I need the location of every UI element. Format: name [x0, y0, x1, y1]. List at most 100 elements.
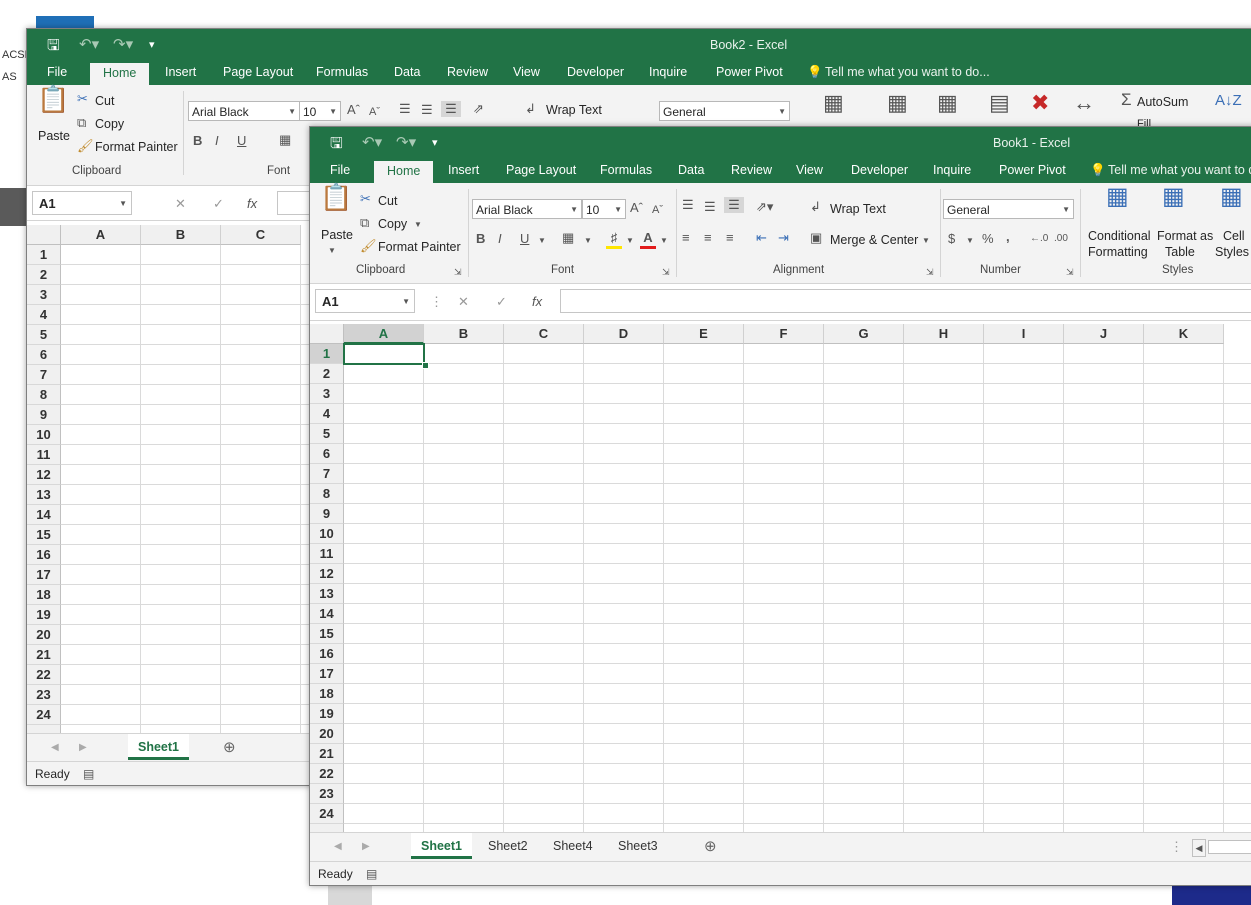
- orientation-icon[interactable]: ⇗: [473, 101, 484, 117]
- chevron-down-icon[interactable]: ▼: [660, 233, 668, 249]
- font-size-dropdown[interactable]: 10 ▼: [299, 101, 341, 121]
- row-header[interactable]: 9: [310, 504, 344, 524]
- column-header[interactable]: C: [221, 225, 301, 245]
- row-header[interactable]: 16: [27, 545, 61, 565]
- column-header[interactable]: A: [344, 324, 424, 344]
- conditional-formatting-icon[interactable]: ▦: [823, 92, 844, 114]
- table-label[interactable]: Table: [1165, 245, 1195, 259]
- tab-insert[interactable]: Insert: [165, 65, 196, 79]
- wrap-text-button[interactable]: Wrap Text: [830, 202, 886, 216]
- chevron-down-icon[interactable]: ▼: [922, 233, 930, 249]
- row-header[interactable]: 6: [310, 444, 344, 464]
- hscroll-left-icon[interactable]: ◀: [1192, 839, 1206, 857]
- fill-color-icon[interactable]: ♯: [606, 230, 622, 249]
- borders-icon[interactable]: ▦: [562, 230, 574, 246]
- sheet-tab[interactable]: Sheet4: [543, 833, 603, 859]
- function-icon[interactable]: fx: [247, 196, 257, 212]
- tab-developer[interactable]: Developer: [851, 163, 908, 177]
- font-name-dropdown[interactable]: Arial Black ▼: [188, 101, 300, 121]
- enter-icon[interactable]: ✓: [496, 294, 507, 310]
- formula-input[interactable]: [560, 289, 1251, 313]
- underline-icon[interactable]: U: [237, 133, 246, 149]
- row-header[interactable]: 10: [310, 524, 344, 544]
- tab-file[interactable]: File: [330, 163, 350, 177]
- format-as-table-label[interactable]: Format as: [1157, 229, 1213, 243]
- row-header[interactable]: 19: [310, 704, 344, 724]
- row-header[interactable]: 5: [27, 325, 61, 345]
- name-box[interactable]: A1 ▼: [315, 289, 415, 313]
- row-header[interactable]: 6: [27, 345, 61, 365]
- cell-styles-icon[interactable]: ▦: [937, 92, 958, 114]
- row-header[interactable]: 22: [310, 764, 344, 784]
- save-icon[interactable]: 🖫: [330, 133, 343, 158]
- increase-indent-icon[interactable]: ⇥: [778, 230, 789, 246]
- sort-filter-icon[interactable]: A↓Z: [1215, 93, 1242, 109]
- column-header[interactable]: C: [504, 324, 584, 344]
- row-header[interactable]: 14: [27, 505, 61, 525]
- tab-view[interactable]: View: [796, 163, 823, 177]
- format-as-table-icon[interactable]: ▦: [887, 92, 908, 114]
- row-header[interactable]: 15: [310, 624, 344, 644]
- macro-record-icon[interactable]: ▤: [366, 866, 377, 882]
- delete-cells-icon[interactable]: ✖: [1031, 92, 1049, 114]
- column-header[interactable]: J: [1064, 324, 1144, 344]
- row-header[interactable]: 24: [27, 705, 61, 725]
- column-header[interactable]: K: [1144, 324, 1224, 344]
- column-header[interactable]: I: [984, 324, 1064, 344]
- dialog-launcher-icon[interactable]: ⇲: [1066, 264, 1074, 280]
- bold-icon[interactable]: B: [476, 231, 485, 247]
- row-header[interactable]: 23: [310, 784, 344, 804]
- underline-icon[interactable]: U: [520, 231, 529, 247]
- enter-icon[interactable]: ✓: [213, 196, 224, 212]
- merge-center-button[interactable]: Merge & Center: [830, 233, 918, 247]
- row-header[interactable]: 8: [27, 385, 61, 405]
- row-header[interactable]: 7: [310, 464, 344, 484]
- tab-review[interactable]: Review: [731, 163, 772, 177]
- row-header[interactable]: 2: [310, 364, 344, 384]
- scroll-right-icon[interactable]: ▶: [362, 839, 370, 855]
- cancel-icon[interactable]: ✕: [458, 294, 469, 310]
- dialog-launcher-icon[interactable]: ⇲: [926, 264, 934, 280]
- tab-home[interactable]: Home: [90, 63, 150, 85]
- row-header[interactable]: 5: [310, 424, 344, 444]
- row-header[interactable]: 22: [27, 665, 61, 685]
- select-all-corner[interactable]: [310, 324, 344, 344]
- tab-view[interactable]: View: [513, 65, 540, 79]
- align-top-icon[interactable]: ☰: [682, 197, 694, 213]
- row-header[interactable]: 8: [310, 484, 344, 504]
- row-header[interactable]: 16: [310, 644, 344, 664]
- number-format-dropdown[interactable]: General ▼: [943, 199, 1074, 219]
- align-middle-icon[interactable]: ☰: [421, 102, 433, 118]
- font-size-dropdown[interactable]: 10 ▼: [582, 199, 626, 219]
- row-header[interactable]: 13: [27, 485, 61, 505]
- column-header[interactable]: B: [141, 225, 221, 245]
- horizontal-scrollbar[interactable]: [1208, 840, 1251, 854]
- fill-handle[interactable]: [422, 362, 429, 369]
- sheet-tab[interactable]: Sheet1: [128, 734, 189, 760]
- cell-styles-label[interactable]: Cell: [1223, 229, 1245, 243]
- column-header[interactable]: F: [744, 324, 824, 344]
- column-header[interactable]: G: [824, 324, 904, 344]
- chevron-down-icon[interactable]: ▼: [584, 233, 592, 249]
- scroll-left-icon[interactable]: ◀: [51, 740, 59, 756]
- shrink-font-icon[interactable]: Aˇ: [652, 202, 663, 218]
- percent-icon[interactable]: %: [982, 231, 994, 247]
- font-name-dropdown[interactable]: Arial Black ▼: [472, 199, 582, 219]
- row-header[interactable]: 18: [310, 684, 344, 704]
- italic-icon[interactable]: I: [498, 231, 502, 247]
- borders-icon[interactable]: ▦: [279, 132, 291, 148]
- row-header[interactable]: 4: [27, 305, 61, 325]
- tab-power-pivot[interactable]: Power Pivot: [999, 163, 1066, 177]
- save-icon[interactable]: 🖫: [47, 35, 60, 60]
- cut-button[interactable]: Cut: [378, 194, 397, 208]
- tab-inquire[interactable]: Inquire: [933, 163, 971, 177]
- column-header[interactable]: H: [904, 324, 984, 344]
- tab-data[interactable]: Data: [394, 65, 420, 79]
- row-header[interactable]: 11: [310, 544, 344, 564]
- tab-file[interactable]: File: [47, 65, 67, 79]
- sheet-tab[interactable]: Sheet2: [478, 833, 538, 859]
- row-header[interactable]: 15: [27, 525, 61, 545]
- row-header[interactable]: 1: [27, 245, 61, 265]
- function-icon[interactable]: fx: [532, 294, 542, 310]
- styles-label[interactable]: Styles: [1215, 245, 1249, 259]
